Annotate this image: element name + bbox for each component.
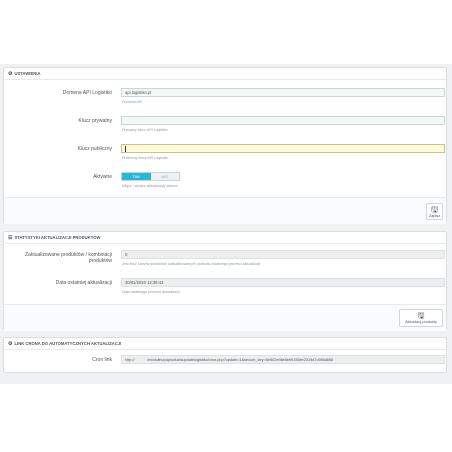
domain-input[interactable]: api.logistiko.pl [121, 88, 445, 97]
cron-panel: ⚙ LINK CRONA DO AUTOMATYCZNYCH AKTUALIZA… [3, 337, 447, 373]
toggle-yes[interactable]: TAK [122, 173, 151, 180]
loaded-help: Jest ilość stanów produktów zaktualizowa… [122, 262, 261, 266]
stats-title: STATYSTYKI AKTUALIZACJI PRODUKTÓW [14, 235, 101, 240]
floppy-disk-icon: 🖫 [431, 205, 438, 214]
settings-footer: 🖫 Zapisz [4, 197, 446, 224]
stats-panel: ☰ STATYSTYKI AKTUALIZACJI PRODUKTÓW Zakt… [3, 231, 447, 331]
public-key-help: Publiczny klucz API Logistiko [122, 156, 169, 160]
toggle-no[interactable]: NIE [150, 173, 179, 180]
active-label: Aktywne [93, 174, 112, 180]
domain-label: Domena API Logistiko [62, 90, 112, 96]
private-key-help: Prywatny klucz API Logistiko [122, 128, 168, 132]
date-label: Data ostatniej aktualizacji [55, 280, 112, 286]
cron-link-field[interactable]: http:// /modules/pdproductsupdatelogisti… [121, 355, 445, 364]
private-key-input[interactable] [121, 116, 445, 125]
floppy-disk-icon: 🖫 [417, 311, 425, 320]
active-toggle[interactable]: TAK NIE [121, 172, 180, 181]
save-label: Zapisz [428, 214, 441, 218]
loaded-label: Zaktualizowane produktów / kombinacji pr… [25, 252, 112, 264]
gear-icon: ⚙ [8, 340, 13, 347]
cron-label: Cron link [92, 357, 112, 363]
cron-title: LINK CRONA DO AUTOMATYCZNYCH AKTUALIZACJ… [14, 341, 122, 346]
text-cursor [125, 145, 126, 152]
stats-footer: 🖫 Aktualizuj produkty [4, 304, 446, 331]
cron-header: ⚙ LINK CRONA DO AUTOMATYCZNYCH AKTUALIZA… [4, 338, 446, 350]
last-update-field: 30/01/2020 12:36:42 [121, 278, 445, 287]
domain-help: Domena API [122, 100, 143, 104]
date-help: Data ostatniego procesu aktualizacji [122, 290, 180, 294]
settings-panel: ⚙ USTAWIENIA Domena API Logistiko api.lo… [3, 67, 447, 224]
active-help: Włącz / wyłącz aktualizację stanów [122, 184, 178, 188]
loaded-label-line-2: produktów [88, 258, 112, 264]
update-products-label: Aktualizuj produkty [405, 320, 437, 324]
settings-header: ⚙ USTAWIENIA [4, 68, 446, 80]
private-key-label: Klucz prywatny [78, 118, 112, 124]
save-button[interactable]: 🖫 Zapisz [426, 203, 443, 220]
settings-title: USTAWIENIA [14, 71, 41, 76]
update-products-button[interactable]: 🖫 Aktualizuj produkty [399, 309, 443, 327]
public-key-input[interactable] [121, 144, 445, 153]
stats-header: ☰ STATYSTYKI AKTUALIZACJI PRODUKTÓW [4, 232, 446, 244]
gear-icon: ⚙ [8, 70, 13, 77]
list-icon: ☰ [8, 234, 13, 241]
public-key-label: Klucz publiczny [77, 146, 112, 152]
loaded-count-field: 0 [121, 250, 445, 259]
